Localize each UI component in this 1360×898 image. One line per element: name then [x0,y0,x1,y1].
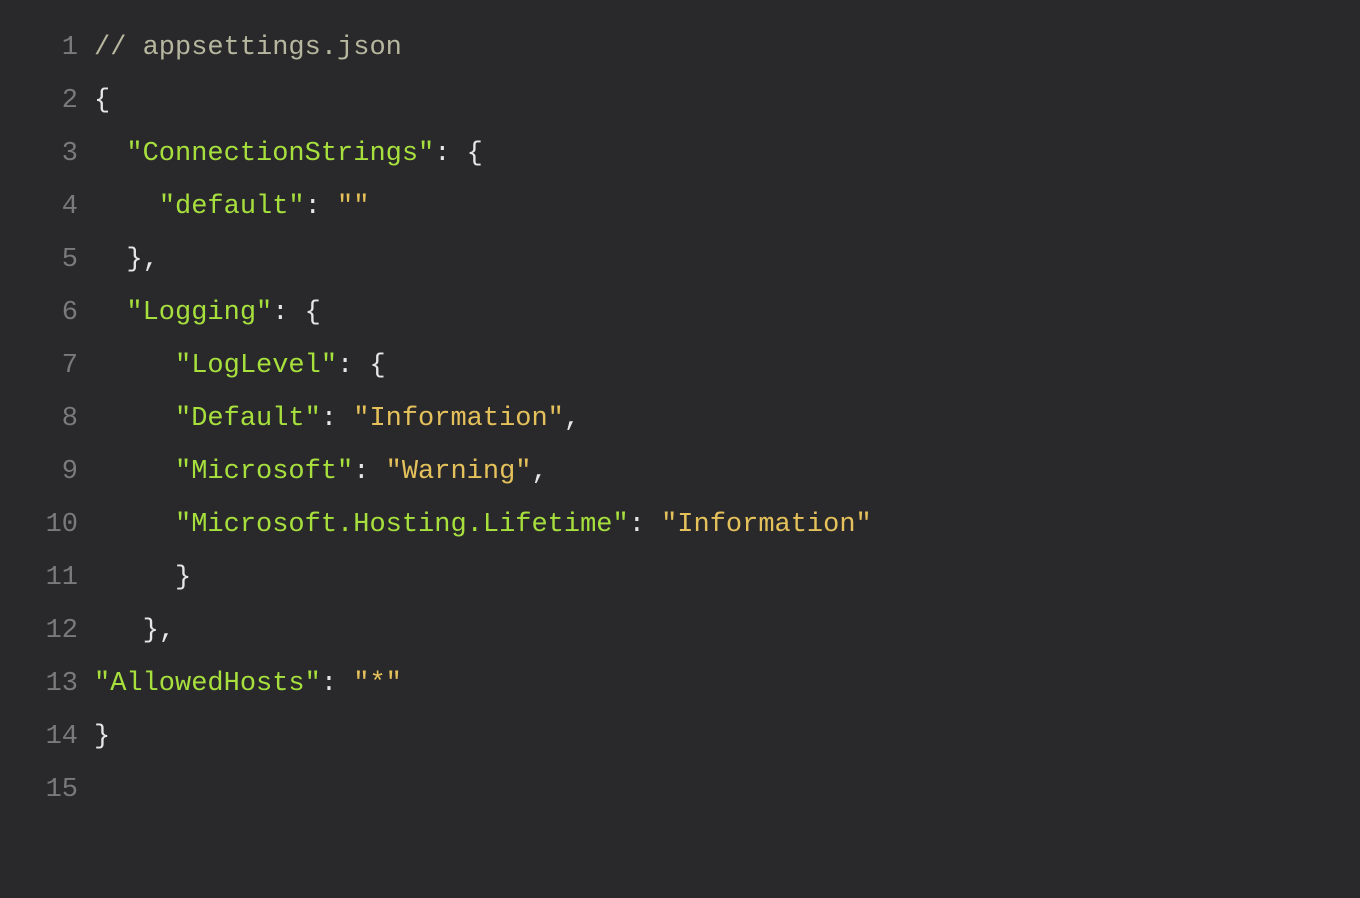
brace-token: { [305,298,321,328]
indent-token [94,351,175,381]
json-key: "Microsoft" [175,457,353,487]
json-key: "Microsoft.Hosting.Lifetime" [175,510,629,540]
code-content: // appsettings.json [94,22,1360,75]
code-line: 13 "AllowedHosts": "*" [0,658,1360,711]
line-number: 13 [0,658,94,711]
code-content: } [94,552,1360,605]
json-key: "ConnectionStrings" [126,139,434,169]
code-content: }, [94,234,1360,287]
code-line: 9 "Microsoft": "Warning", [0,446,1360,499]
colon-token: : [305,192,337,222]
json-string: "Information" [353,404,564,434]
colon-token: : [337,351,369,381]
line-number: 12 [0,605,94,658]
code-line: 15 [0,764,1360,817]
code-content: "LogLevel": { [94,340,1360,393]
json-string: "*" [353,669,402,699]
indent-token [94,139,126,169]
json-key: "AllowedHosts" [94,669,321,699]
colon-token: : [629,510,661,540]
line-number: 7 [0,340,94,393]
indent-token [94,457,175,487]
line-number: 15 [0,764,94,817]
json-string: "Warning" [386,457,532,487]
code-line: 6 "Logging": { [0,287,1360,340]
code-line: 1 // appsettings.json [0,22,1360,75]
code-content: "default": "" [94,181,1360,234]
line-number: 2 [0,75,94,128]
code-line: 10 "Microsoft.Hosting.Lifetime": "Inform… [0,499,1360,552]
line-number: 6 [0,287,94,340]
code-line: 11 } [0,552,1360,605]
indent-token [94,298,126,328]
code-content: "Microsoft.Hosting.Lifetime": "Informati… [94,499,1360,552]
line-number: 9 [0,446,94,499]
brace-token: } [143,616,159,646]
code-content: "Microsoft": "Warning", [94,446,1360,499]
code-content: "ConnectionStrings": { [94,128,1360,181]
indent-token [94,510,175,540]
code-editor: 1 // appsettings.json 2 { 3 "ConnectionS… [0,0,1360,817]
line-number: 8 [0,393,94,446]
comma-token: , [531,457,547,487]
code-line: 14 } [0,711,1360,764]
json-string: "" [337,192,369,222]
colon-token: : [321,669,353,699]
code-content: }, [94,605,1360,658]
code-content: } [94,711,1360,764]
comma-token: , [143,245,159,275]
code-content: "AllowedHosts": "*" [94,658,1360,711]
code-line: 12 }, [0,605,1360,658]
json-key: "Default" [175,404,321,434]
colon-token: : [434,139,466,169]
indent-token [94,616,143,646]
comment-token: // appsettings.json [94,33,402,63]
json-key: "default" [159,192,305,222]
brace-token: } [94,722,110,752]
brace-token: { [467,139,483,169]
line-number: 3 [0,128,94,181]
indent-token [94,563,175,593]
line-number: 4 [0,181,94,234]
indent-token [94,192,159,222]
code-content: "Default": "Information", [94,393,1360,446]
colon-token: : [272,298,304,328]
comma-token: , [159,616,175,646]
line-number: 14 [0,711,94,764]
line-number: 1 [0,22,94,75]
brace-token: } [175,563,191,593]
json-key: "LogLevel" [175,351,337,381]
code-line: 2 { [0,75,1360,128]
json-key: "Logging" [126,298,272,328]
brace-token: { [94,86,110,116]
line-number: 10 [0,499,94,552]
indent-token [94,245,126,275]
colon-token: : [321,404,353,434]
code-line: 5 }, [0,234,1360,287]
json-string: "Information" [661,510,872,540]
brace-token: { [369,351,385,381]
indent-token [94,404,175,434]
code-content: { [94,75,1360,128]
code-line: 3 "ConnectionStrings": { [0,128,1360,181]
line-number: 11 [0,552,94,605]
comma-token: , [564,404,580,434]
colon-token: : [353,457,385,487]
brace-token: } [126,245,142,275]
line-number: 5 [0,234,94,287]
code-content: "Logging": { [94,287,1360,340]
code-line: 7 "LogLevel": { [0,340,1360,393]
code-line: 8 "Default": "Information", [0,393,1360,446]
code-line: 4 "default": "" [0,181,1360,234]
